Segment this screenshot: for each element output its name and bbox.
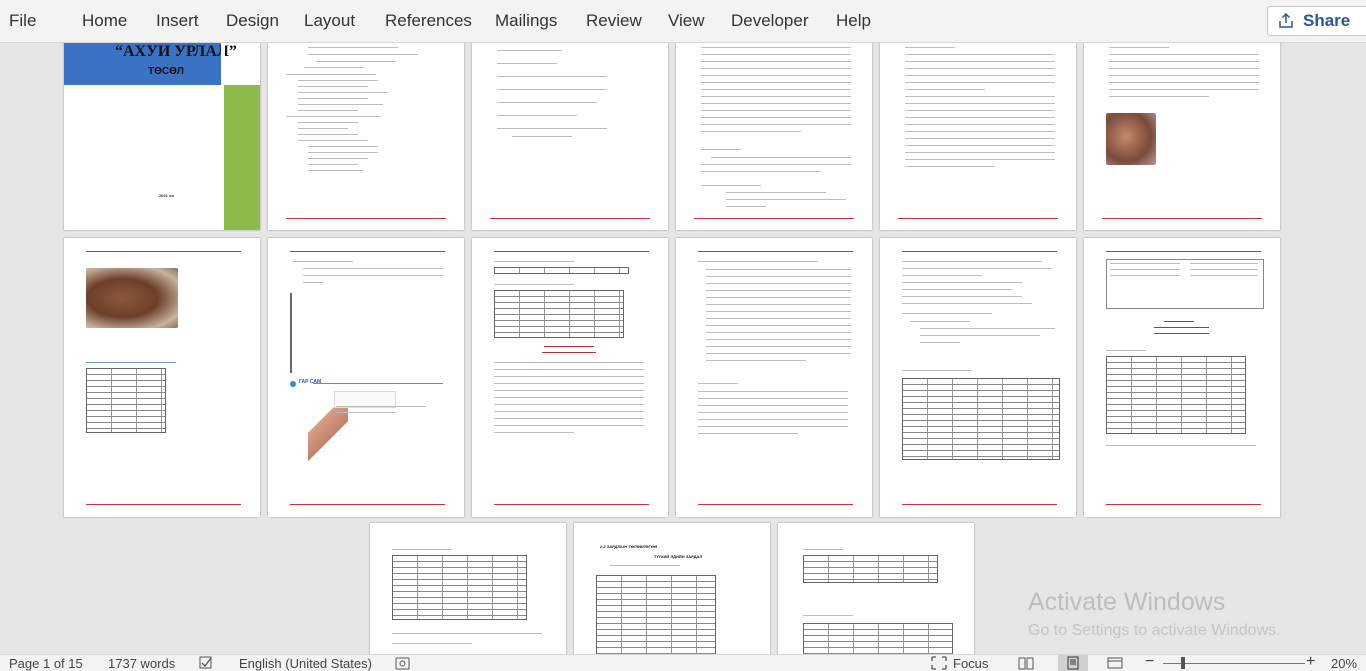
print-layout-button[interactable] [1058, 655, 1088, 671]
cover-year: 2021 он [159, 193, 174, 198]
page-table [803, 623, 953, 654]
page-thumbnail-2[interactable] [268, 43, 464, 230]
page-table [494, 290, 624, 338]
zoom-out-button[interactable]: − [1145, 653, 1154, 671]
page-thumbnail-3[interactable] [472, 43, 668, 230]
tab-layout[interactable]: Layout [304, 11, 355, 31]
web-layout-icon[interactable] [1107, 656, 1123, 670]
tab-help[interactable]: Help [836, 11, 871, 31]
focus-icon[interactable] [931, 656, 947, 670]
tab-mailings[interactable]: Mailings [495, 11, 557, 31]
focus-mode-button[interactable]: Focus [953, 656, 988, 671]
page-thumbnail-14[interactable]: 2.2 ЗАРДЛЫН ТӨЛӨВЛӨГӨӨ ТҮҮХИЙ ЭДИЙН ЗАРД… [574, 523, 770, 654]
page-thumbnail-11[interactable] [880, 238, 1076, 517]
page-table [596, 575, 716, 654]
page-thumbnail-5[interactable] [880, 43, 1076, 230]
page-thumbnail-13[interactable] [370, 523, 566, 654]
tab-insert[interactable]: Insert [156, 11, 199, 31]
cover-green-bar [224, 85, 260, 230]
activate-windows-title: Activate Windows [1028, 588, 1226, 616]
page-thumbnail-8[interactable]: ГАР САМ [268, 238, 464, 517]
page-table [902, 378, 1060, 460]
ribbon-tab-bar: File Home Insert Design Layout Reference… [0, 0, 1366, 43]
print-layout-icon [1067, 656, 1079, 670]
comb-image [308, 398, 348, 473]
page-table [1106, 259, 1264, 309]
zoom-slider-thumb[interactable] [1181, 657, 1185, 669]
share-label: Share [1303, 11, 1351, 30]
zoom-in-button[interactable]: + [1306, 653, 1315, 671]
page-table [1106, 356, 1246, 434]
proofing-icon[interactable] [199, 656, 215, 670]
activate-windows-subtitle: Go to Settings to activate Windows. [1028, 622, 1281, 639]
page-thumbnail-6[interactable] [1084, 43, 1280, 230]
page-thumbnail-4[interactable] [676, 43, 872, 230]
share-button[interactable]: Share [1267, 6, 1366, 36]
read-mode-icon[interactable] [1018, 656, 1034, 670]
accessibility-icon[interactable] [395, 656, 411, 670]
page-table [86, 368, 166, 433]
cover-title: “АХУИ УРЛАЛ” [115, 43, 237, 60]
language-indicator[interactable]: English (United States) [239, 656, 372, 671]
page-photo [1106, 113, 1156, 165]
section-header-cost-plan: 2.2 ЗАРДЛЫН ТӨЛӨВЛӨГӨӨ [600, 544, 658, 549]
page-table [290, 293, 292, 373]
page-thumbnail-12[interactable] [1084, 238, 1280, 517]
section-subheader: ТҮҮХИЙ ЭДИЙН ЗАРДАЛ [654, 554, 703, 559]
page-table [494, 267, 629, 274]
zoom-level[interactable]: 20% [1331, 656, 1357, 671]
tab-home[interactable]: Home [82, 11, 127, 31]
page-thumbnail-7[interactable] [64, 238, 260, 517]
page-photo [86, 268, 178, 328]
status-bar: Page 1 of 15 1737 words English (United … [0, 653, 1366, 671]
page-thumbnail-1[interactable]: “АХУИ УРЛАЛ” ТӨСӨЛ 2021 он [64, 43, 260, 230]
tab-design[interactable]: Design [226, 11, 279, 31]
page-table [392, 555, 527, 620]
page-thumbnail-15[interactable] [778, 523, 974, 654]
word-count[interactable]: 1737 words [108, 656, 175, 671]
page-thumbnail-9[interactable] [472, 238, 668, 517]
tab-developer[interactable]: Developer [731, 11, 809, 31]
bullet-icon [290, 381, 296, 387]
tab-review[interactable]: Review [586, 11, 642, 31]
tab-file[interactable]: File [9, 11, 36, 31]
cover-subtitle: ТӨСӨЛ [148, 66, 184, 77]
page-count[interactable]: Page 1 of 15 [9, 656, 83, 671]
tab-view[interactable]: View [668, 11, 705, 31]
tab-references[interactable]: References [385, 11, 472, 31]
document-canvas[interactable]: “АХУИ УРЛАЛ” ТӨСӨЛ 2021 он ГАР САМ 2.2 З… [0, 43, 1366, 654]
page-table [803, 555, 938, 583]
page-thumbnail-10[interactable] [676, 238, 872, 517]
share-icon [1279, 12, 1293, 28]
